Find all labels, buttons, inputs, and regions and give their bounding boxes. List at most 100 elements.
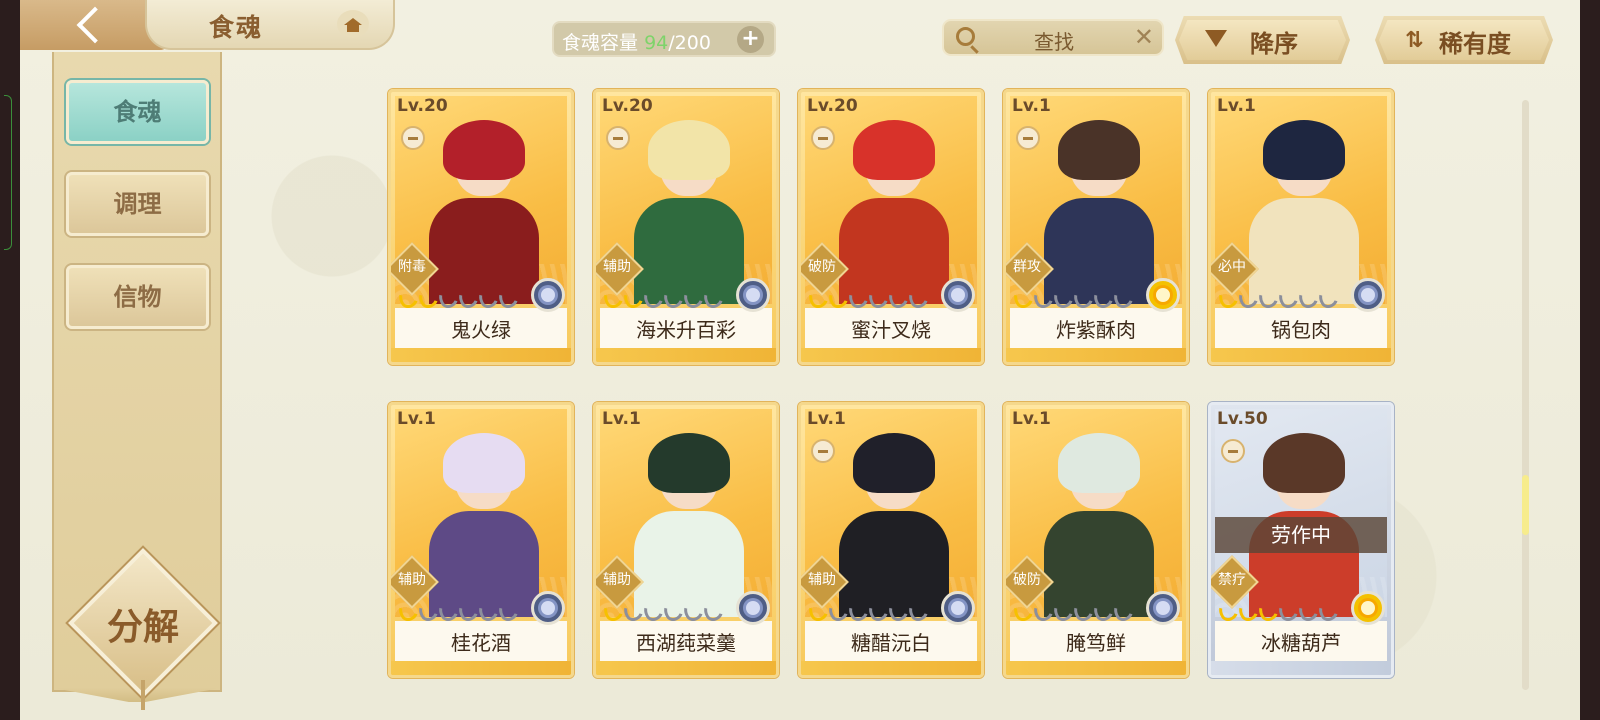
home-icon[interactable]: [337, 10, 369, 38]
star-icon: [700, 284, 726, 312]
character-name: 糖醋沅白: [851, 631, 931, 655]
tab-label: 食魂: [113, 97, 162, 126]
star-rating: [805, 284, 931, 312]
star-icon: [905, 284, 931, 312]
star-rating: [1010, 284, 1136, 312]
star-icon: [1030, 597, 1056, 625]
level-label: Lv.1: [602, 409, 641, 429]
name-plate: 冰糖葫芦: [1215, 621, 1387, 661]
sort-order-label: 降序: [1250, 29, 1298, 58]
star-icon: [885, 597, 911, 625]
level-label: Lv.1: [807, 409, 846, 429]
level-label: Lv.20: [807, 96, 858, 116]
working-status: 劳作中: [1215, 517, 1387, 553]
character-figure: [423, 427, 543, 617]
food-soul-card[interactable]: Lv.20 附毒 鬼火绿: [388, 89, 574, 365]
card-bottom-border: [1006, 348, 1186, 362]
character-hair: [443, 120, 525, 180]
name-plate: 西湖莼菜羹: [600, 621, 772, 661]
star-icon: [1235, 597, 1261, 625]
food-soul-card[interactable]: Lv.1 辅助 桂花酒: [388, 402, 574, 678]
element-icon: [1146, 591, 1180, 625]
name-plate: 糖醋沅白: [805, 621, 977, 661]
name-plate: 蜜汁叉烧: [805, 308, 977, 348]
card-bottom-border: [1211, 348, 1391, 362]
clear-search-icon[interactable]: ✕: [1134, 23, 1154, 51]
star-icon: [495, 284, 521, 312]
scrollbar-thumb[interactable]: [1522, 475, 1529, 535]
star-icon: [620, 597, 646, 625]
sort-order-button[interactable]: 降序: [1175, 16, 1350, 64]
star-icon: [845, 284, 871, 312]
card-bottom-border: [596, 348, 776, 362]
left-bezel: [0, 0, 20, 720]
sort-rarity-button[interactable]: ⇅ 稀有度: [1375, 16, 1553, 64]
food-soul-card[interactable]: Lv.20 破防 蜜汁叉烧: [798, 89, 984, 365]
character-hair: [443, 433, 525, 493]
food-soul-card[interactable]: Lv.1 辅助 糖醋沅白: [798, 402, 984, 678]
grid-scrollbar[interactable]: [1522, 100, 1529, 690]
star-icon: [1090, 597, 1116, 625]
star-icon: [600, 284, 626, 312]
role-label: 群攻: [1013, 259, 1041, 275]
element-icon: [736, 278, 770, 312]
character-name: 冰糖葫芦: [1261, 631, 1341, 655]
role-label: 辅助: [603, 259, 631, 275]
sort-rarity-label: 稀有度: [1439, 29, 1511, 58]
tab-food-soul[interactable]: 食魂: [66, 80, 209, 144]
element-icon: [941, 591, 975, 625]
star-rating: [600, 284, 726, 312]
star-icon: [1215, 284, 1241, 312]
food-soul-card[interactable]: Lv.1 必中 锅包肉: [1208, 89, 1394, 365]
name-plate: 桂花酒: [395, 621, 567, 661]
tab-tokens[interactable]: 信物: [66, 265, 209, 329]
star-icon: [865, 597, 891, 625]
card-bottom-border: [1006, 661, 1186, 675]
character-name: 锅包肉: [1271, 318, 1331, 342]
element-icon: [736, 591, 770, 625]
character-name: 海米升百彩: [636, 318, 736, 342]
star-icon: [1110, 597, 1136, 625]
name-plate: 锅包肉: [1215, 308, 1387, 348]
star-icon: [660, 597, 686, 625]
tab-label: 信物: [113, 282, 162, 311]
star-icon: [805, 597, 831, 625]
card-bottom-border: [391, 661, 571, 675]
star-icon: [600, 597, 626, 625]
game-screen: 食魂 食魂容量 94/200 + 查找 ✕ 降序 ⇅ 稀有度 食魂 调理 信物: [20, 0, 1580, 720]
star-icon: [1255, 597, 1281, 625]
food-soul-card[interactable]: Lv.1 破防 腌笃鲜: [1003, 402, 1189, 678]
search-box[interactable]: 查找 ✕: [942, 19, 1164, 56]
element-icon: [531, 278, 565, 312]
search-input[interactable]: 查找: [1034, 26, 1074, 55]
food-soul-card[interactable]: Lv.50 劳作中 禁疗 冰糖葫芦: [1208, 402, 1394, 678]
lock-icon[interactable]: [811, 126, 835, 150]
star-icon: [805, 284, 831, 312]
lock-icon[interactable]: [401, 126, 425, 150]
food-soul-card[interactable]: Lv.1 辅助 西湖莼菜羹: [593, 402, 779, 678]
lock-icon[interactable]: [1016, 126, 1040, 150]
lock-icon[interactable]: [1221, 439, 1245, 463]
star-rating: [395, 284, 521, 312]
lock-icon[interactable]: [606, 126, 630, 150]
card-bottom-border: [596, 661, 776, 675]
star-icon: [1275, 284, 1301, 312]
food-soul-card[interactable]: Lv.20 辅助 海米升百彩: [593, 89, 779, 365]
lock-icon[interactable]: [811, 439, 835, 463]
star-icon: [640, 597, 666, 625]
swap-icon: ⇅: [1405, 28, 1424, 53]
star-icon: [415, 597, 441, 625]
page-title: 食魂: [209, 13, 264, 42]
star-icon: [825, 284, 851, 312]
tab-cooking[interactable]: 调理: [66, 172, 209, 236]
add-capacity-button[interactable]: +: [737, 26, 764, 53]
character-hair: [853, 120, 935, 180]
character-hair: [1263, 433, 1345, 493]
star-icon: [435, 284, 461, 312]
star-icon: [1070, 284, 1096, 312]
star-rating: [600, 597, 726, 625]
food-soul-card[interactable]: Lv.1 群攻 炸紫酥肉: [1003, 89, 1189, 365]
character-figure: [1038, 427, 1158, 617]
star-icon: [1315, 284, 1341, 312]
star-rating: [805, 597, 931, 625]
